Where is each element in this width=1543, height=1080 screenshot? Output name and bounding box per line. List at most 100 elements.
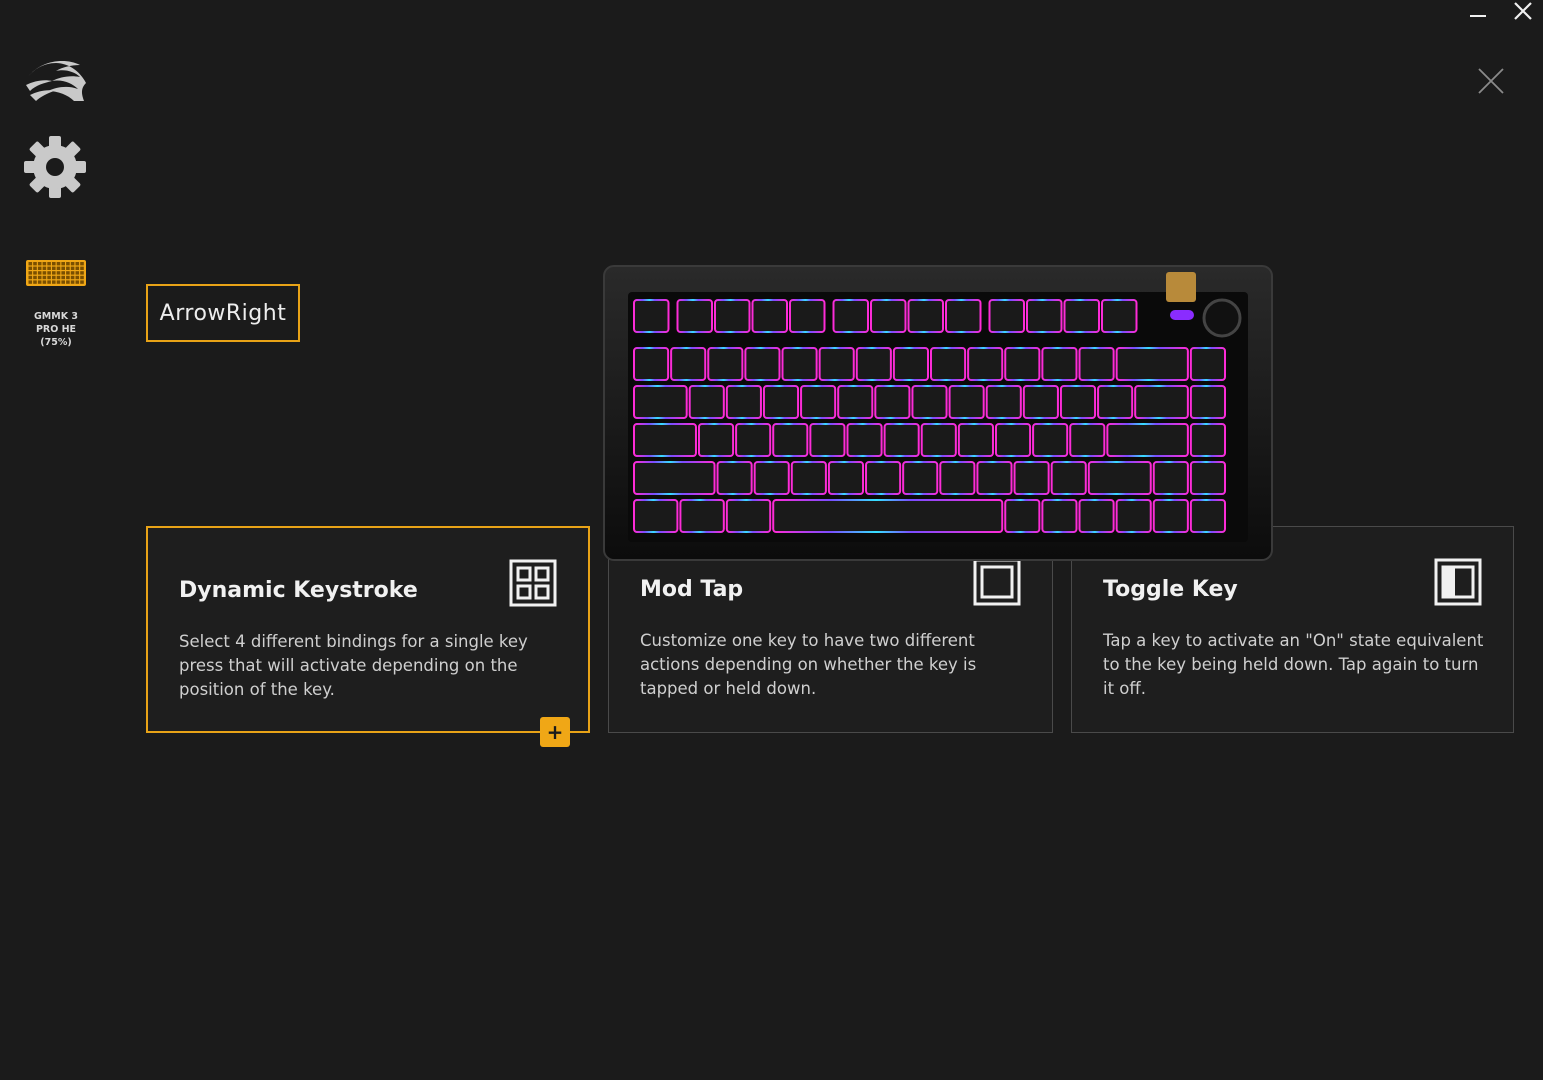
keyboard-key (1115, 347, 1189, 381)
keyboard-key (753, 461, 790, 495)
keyboard-icon-key (56, 280, 61, 284)
keyboard-key (930, 347, 967, 381)
keyboard-key (1050, 461, 1087, 495)
square-icon (973, 558, 1021, 606)
gear-icon[interactable] (22, 134, 88, 200)
keyboard-key (870, 299, 907, 333)
selected-key-label: ArrowRight (146, 284, 300, 342)
keyboard-icon-key (28, 271, 33, 275)
keyboard-icon-key (80, 266, 84, 270)
keyboard-icon-key (75, 266, 80, 270)
keyboard-key (920, 423, 957, 457)
keyboard-icon-key (80, 275, 84, 280)
keyboard-icon-key (33, 271, 37, 275)
keyboard-key (874, 385, 911, 419)
keyboard-icon-key (52, 271, 56, 275)
add-button[interactable]: + (540, 717, 570, 747)
keyboard-key (1087, 461, 1152, 495)
keyboard-key (633, 299, 670, 333)
keyboard-icon-key (56, 262, 61, 266)
keyboard-icon-key (47, 280, 51, 284)
close-icon[interactable] (1474, 64, 1508, 98)
keyboard-icon-key (80, 280, 84, 284)
keyboard-key (1101, 299, 1138, 333)
keyboard-key (948, 385, 985, 419)
keyboard-key (800, 385, 837, 419)
keyboard-icon-key (56, 266, 61, 270)
keyboard-key (837, 385, 874, 419)
keyboard-icon-key (80, 262, 84, 266)
keyboard-key (633, 423, 697, 457)
keyboard-key (945, 299, 982, 333)
keyboard-key (1189, 385, 1226, 419)
keyboard-key (1152, 499, 1189, 533)
keyboard-key (772, 423, 809, 457)
keyboard-key (751, 299, 788, 333)
keyboard-key (789, 299, 826, 333)
keyboard-key (1041, 347, 1078, 381)
keyboard-key (716, 461, 753, 495)
keyboard-key (883, 423, 920, 457)
card-dynamic-keystroke[interactable]: Dynamic Keystroke Select 4 different bin… (146, 526, 590, 733)
keyboard-icon-key (61, 262, 65, 266)
keyboard-icon-key (61, 275, 65, 280)
keyboard-icon-key (61, 280, 65, 284)
keyboard-icon-key (75, 275, 80, 280)
keyboard-icon-key (33, 262, 37, 266)
keyboard-key (633, 461, 716, 495)
keyboard-key (679, 499, 725, 533)
keyboard-key (772, 499, 1004, 533)
keyboard-icon-key (37, 275, 42, 280)
keyboard-icon-key (56, 275, 61, 280)
keyboard-icon-key (70, 266, 75, 270)
keyboard-icon-key (80, 271, 84, 275)
keyboard-key (1013, 461, 1050, 495)
keyboard-key (1115, 499, 1152, 533)
keyboard-key (744, 347, 781, 381)
toggle-square-icon (1434, 558, 1482, 606)
device-gmmk3-pro-he[interactable]: GMMK 3 PRO HE (75%) (14, 258, 98, 358)
keyboard-icon-key (52, 262, 56, 266)
keyboard-key (939, 461, 976, 495)
minimize-icon[interactable] (1468, 4, 1488, 18)
keyboard-key (1004, 499, 1041, 533)
keyboard-key (781, 347, 818, 381)
keyboard-icon-key (70, 262, 75, 266)
keyboard-key (1097, 385, 1134, 419)
keyboard-icon-key (52, 280, 56, 284)
keyboard-icon (25, 258, 87, 288)
card-description: Customize one key to have two different … (640, 631, 977, 698)
keyboard-icon-key (33, 280, 37, 284)
keyboard-icon-key (52, 266, 56, 270)
keyboard-icon-key (66, 266, 70, 270)
keyboard-key (957, 423, 994, 457)
card-title: Toggle Key (1103, 577, 1238, 602)
keyboard-icon-key (66, 271, 70, 275)
keyboard-icon-key (70, 271, 75, 275)
quad-grid-icon (509, 559, 557, 607)
keyboard-icon-key (47, 275, 51, 280)
brand-logo-icon[interactable] (22, 55, 90, 107)
keyboard-icon-key (66, 262, 70, 266)
keyboard-key (1026, 299, 1063, 333)
keyboard-key (697, 423, 735, 457)
keyboard-key (1069, 423, 1106, 457)
keyboard-key (725, 385, 762, 419)
keyboard-key (967, 347, 1004, 381)
keyboard-key (735, 423, 772, 457)
keyboard-key (809, 423, 846, 457)
keyboard-key (633, 347, 670, 381)
keyboard-image (600, 264, 1276, 564)
keyboard-icon-key (47, 266, 51, 270)
keyboard-icon-key (37, 266, 42, 270)
keyboard-key (714, 299, 751, 333)
keyboard-icon-key (70, 275, 75, 280)
keyboard-icon-key (28, 275, 33, 280)
keyboard-key (846, 423, 883, 457)
keyboard-key (1078, 499, 1115, 533)
close-window-icon[interactable] (1512, 0, 1534, 22)
keyboard-key (976, 461, 1013, 495)
keyboard-icon-key (75, 271, 80, 275)
keyboard-key (1189, 347, 1226, 381)
keyboard-key (688, 385, 725, 419)
